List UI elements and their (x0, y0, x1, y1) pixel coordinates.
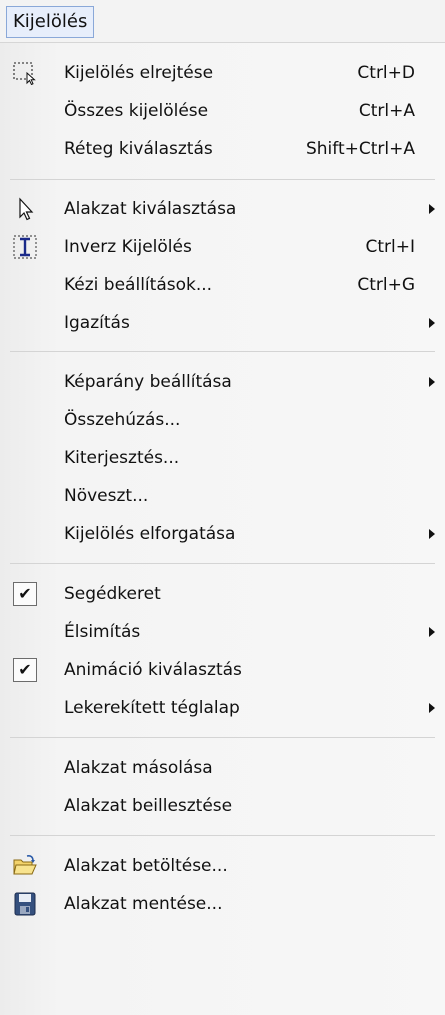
menu-separator (10, 563, 435, 564)
menu-item-shortcut: Ctrl+I (365, 237, 415, 257)
checkmark-icon: ✔ (12, 658, 38, 682)
menu-item-label: Élsimítás (64, 622, 141, 642)
menu-item-label: Összehúzás... (64, 410, 181, 430)
menu-item-keparany-beallitasa[interactable]: Képarány beállítása (0, 363, 445, 401)
dotted-selection-icon (12, 61, 38, 85)
menu-item-label: Igazítás (64, 313, 130, 333)
submenu-arrow-icon (429, 377, 435, 387)
text-cursor-icon (12, 235, 38, 259)
menu-title-kijeloles[interactable]: Kijelölés (6, 6, 95, 38)
menu-item-inverz-kijeloles[interactable]: Inverz Kijelölés Ctrl+I (0, 228, 445, 266)
menu-item-kijeloles-elrejtese[interactable]: Kijelölés elrejtése Ctrl+D (0, 54, 445, 92)
menu-item-shortcut: Shift+Ctrl+A (305, 139, 415, 159)
menu-item-shortcut: Ctrl+G (357, 275, 415, 295)
menu-separator (10, 835, 435, 836)
menu-item-animacio-kivalasztas[interactable]: ✔ Animáció kiválasztás (0, 651, 445, 689)
menu-item-kiterjesztes[interactable]: Kiterjesztés... (0, 439, 445, 477)
dropdown-menu: Kijelölés elrejtése Ctrl+D Összes kijelö… (0, 42, 445, 1015)
menu-item-kezi-beallitasok[interactable]: Kézi beállítások... Ctrl+G (0, 266, 445, 304)
menu-item-osszes-kijelolese[interactable]: Összes kijelölése Ctrl+A (0, 92, 445, 130)
menu-item-label: Réteg kiválasztás (64, 139, 213, 159)
menubar: Kijelölés (0, 0, 445, 42)
checkmark-icon: ✔ (12, 582, 38, 606)
menu-item-alakzat-kivalasztasa[interactable]: Alakzat kiválasztása (0, 190, 445, 228)
menu-item-label: Alakzat mentése... (64, 894, 223, 914)
submenu-arrow-icon (429, 204, 435, 214)
menu-separator (10, 737, 435, 738)
submenu-arrow-icon (429, 627, 435, 637)
menu-item-noveszt[interactable]: Növeszt... (0, 477, 445, 515)
menu-item-reteg-kivalasztas[interactable]: Réteg kiválasztás Shift+Ctrl+A (0, 130, 445, 168)
menu-item-label: Inverz Kijelölés (64, 237, 192, 257)
menu-item-label: Alakzat beillesztése (64, 796, 233, 816)
menu-item-segedkeret[interactable]: ✔ Segédkeret (0, 575, 445, 613)
menu-item-osszehuzas[interactable]: Összehúzás... (0, 401, 445, 439)
menu-item-label: Lekerekített téglalap (64, 698, 240, 718)
menu-item-label: Kijelölés elforgatása (64, 524, 236, 544)
menu-item-label: Alakzat kiválasztása (64, 199, 237, 219)
submenu-arrow-icon (429, 529, 435, 539)
menu-item-label: Kiterjesztés... (64, 448, 180, 468)
menu-separator (10, 179, 435, 180)
menu-item-kijeloles-elforgatasa[interactable]: Kijelölés elforgatása (0, 515, 445, 553)
menu-item-label: Alakzat betöltése... (64, 856, 228, 876)
menu-item-alakzat-beillesztese[interactable]: Alakzat beillesztése (0, 787, 445, 825)
menu-item-label: Kijelölés elrejtése (64, 63, 214, 83)
menu-item-alakzat-masolasa[interactable]: Alakzat másolása (0, 749, 445, 787)
menu-item-lekerekitett-teglalap[interactable]: Lekerekített téglalap (0, 689, 445, 727)
menu-item-label: Összes kijelölése (64, 101, 209, 121)
menu-item-label: Alakzat másolása (64, 758, 213, 778)
menu-item-elsimitas[interactable]: Élsimítás (0, 613, 445, 651)
open-folder-icon (12, 854, 38, 878)
submenu-arrow-icon (429, 318, 435, 328)
floppy-disk-icon (12, 892, 38, 916)
menu-item-shortcut: Ctrl+D (357, 63, 415, 83)
menu-item-label: Animáció kiválasztás (64, 660, 242, 680)
menu-item-label: Segédkeret (64, 584, 161, 604)
pointer-icon (12, 197, 38, 221)
menu-item-label: Kézi beállítások... (64, 275, 213, 295)
menu-item-label: Növeszt... (64, 486, 149, 506)
menu-separator (10, 351, 435, 352)
menu-item-shortcut: Ctrl+A (358, 101, 415, 121)
menu-item-label: Képarány beállítása (64, 372, 232, 392)
submenu-arrow-icon (429, 703, 435, 713)
menu-item-alakzat-mentese[interactable]: Alakzat mentése... (0, 885, 445, 923)
menu-item-igazitas[interactable]: Igazítás (0, 304, 445, 342)
menu-item-alakzat-betoltese[interactable]: Alakzat betöltése... (0, 847, 445, 885)
